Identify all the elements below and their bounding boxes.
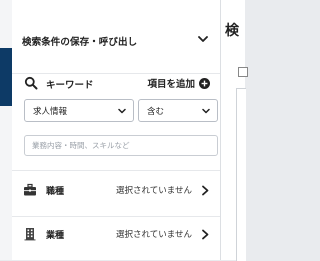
chevron-down-icon [118, 108, 126, 114]
results-title-fragment: 検 [225, 23, 239, 39]
chevron-right-icon [202, 229, 209, 240]
industry-status: 選択されていません [116, 230, 192, 240]
industry-row[interactable]: 業種 選択されていません [12, 216, 220, 252]
divider [12, 170, 220, 171]
occupation-status: 選択されていません [116, 186, 192, 196]
panel-header[interactable]: 検索条件の保存・呼び出し [12, 0, 220, 74]
search-conditions-panel: 検索条件の保存・呼び出し キーワード 項目を追加 求人情報 含む 業務内容・時間… [12, 0, 221, 260]
chevron-down-icon [202, 108, 210, 114]
occupation-row[interactable]: 職種 選択されていません [12, 172, 220, 208]
building-icon [24, 228, 36, 241]
keyword-input[interactable] [24, 135, 218, 156]
left-accent-bar [0, 48, 12, 106]
industry-label: 業種 [46, 231, 65, 241]
results-panel-edge: 検 [221, 0, 248, 261]
keyword-label: キーワード [46, 80, 94, 91]
add-item-button[interactable]: 項目を追加 [147, 76, 210, 90]
chevron-right-icon [202, 185, 209, 196]
search-icon [24, 76, 38, 90]
briefcase-icon [24, 183, 36, 196]
results-card-edge [236, 88, 246, 261]
occupation-label: 職種 [46, 187, 65, 197]
chevron-down-icon[interactable] [198, 34, 208, 44]
keyword-field-select[interactable]: 求人情報 [24, 99, 134, 122]
keyword-match-select-value: 含む [147, 107, 165, 117]
plus-circle-icon [199, 77, 210, 89]
panel-title: 検索条件の保存・呼び出し [22, 37, 138, 48]
keyword-field-select-value: 求人情報 [33, 107, 68, 117]
add-item-label: 項目を追加 [147, 79, 195, 90]
keyword-row: キーワード 項目を追加 [12, 73, 220, 99]
keyword-match-select[interactable]: 含む [138, 99, 218, 122]
checkbox[interactable] [238, 67, 248, 77]
